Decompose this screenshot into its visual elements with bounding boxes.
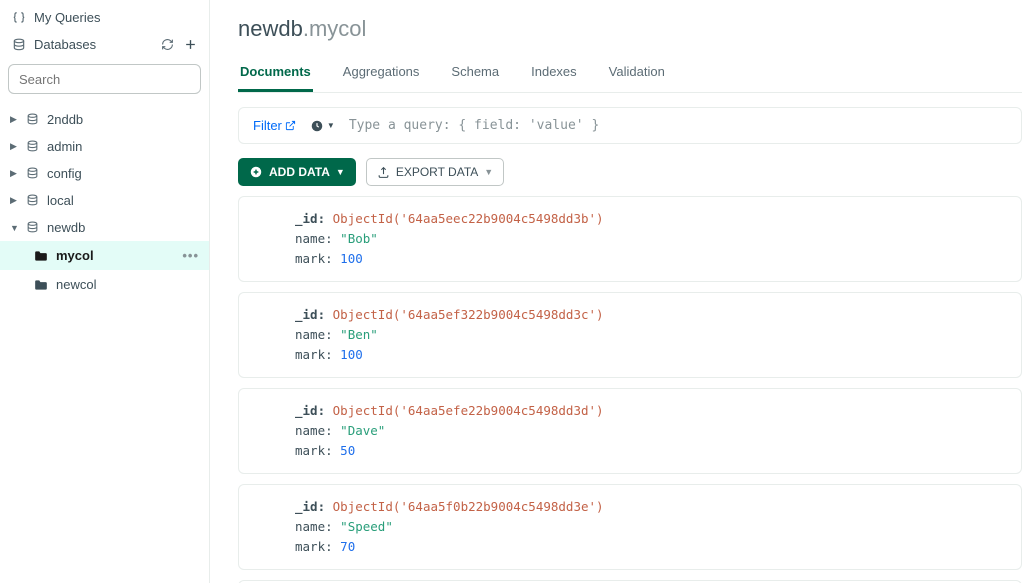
sidebar: My Queries Databases ▶ 2nddb ▶ admin ▶ config… [0, 0, 210, 583]
caret-icon: ▼ [10, 223, 18, 233]
clock-icon [310, 119, 324, 133]
databases-label: Databases [34, 37, 96, 52]
databases-section[interactable]: Databases [0, 31, 209, 58]
plus-icon[interactable] [184, 38, 197, 51]
folder-icon [34, 250, 48, 262]
export-data-button[interactable]: EXPORT DATA ▼ [366, 158, 504, 186]
search-input[interactable] [8, 64, 201, 94]
db-item-local[interactable]: ▶ local [0, 187, 209, 214]
db-label: config [47, 166, 82, 181]
tab-indexes[interactable]: Indexes [529, 56, 579, 92]
db-label: local [47, 193, 74, 208]
tab-documents[interactable]: Documents [238, 56, 313, 92]
document-card[interactable]: _id: ObjectId('64aa5eec22b9004c5498dd3b'… [238, 196, 1022, 282]
title-collection: mycol [309, 16, 366, 41]
caret-icon: ▶ [10, 168, 18, 179]
tab-aggregations[interactable]: Aggregations [341, 56, 422, 92]
search-wrap [0, 58, 209, 104]
document-card[interactable]: _id: ObjectId('64aa5ef322b9004c5498dd3c'… [238, 292, 1022, 378]
database-icon [26, 167, 39, 180]
tab-bar: Documents Aggregations Schema Indexes Valida… [238, 56, 1022, 93]
caret-icon: ▶ [10, 141, 18, 152]
database-icon [26, 140, 39, 153]
braces-icon [12, 11, 26, 25]
page-title: newdb.mycol [238, 16, 1024, 42]
db-label: newdb [47, 220, 85, 235]
document-card[interactable]: _id: ObjectId('64aa5f0b22b9004c5498dd3e'… [238, 484, 1022, 570]
caret-icon: ▶ [10, 195, 18, 206]
tab-validation[interactable]: Validation [607, 56, 667, 92]
tab-schema[interactable]: Schema [449, 56, 501, 92]
caret-icon: ▶ [10, 114, 18, 125]
more-icon[interactable]: ••• [182, 248, 199, 263]
chevron-down-icon: ▼ [336, 167, 345, 177]
add-data-button[interactable]: ADD DATA ▼ [238, 158, 356, 186]
main-panel: newdb.mycol Documents Aggregations Schema I… [210, 0, 1024, 583]
history-dropdown[interactable]: ▼ [310, 119, 335, 133]
document-card[interactable]: _id: ObjectId('64aa5efe22b9004c5498dd3d'… [238, 388, 1022, 474]
database-tree: ▶ 2nddb ▶ admin ▶ config ▶ local ▼ newdb mycol ••• n… [0, 104, 209, 301]
my-queries-label: My Queries [34, 10, 100, 25]
external-link-icon [285, 120, 296, 131]
query-input[interactable]: Type a query: { field: 'value' } [349, 118, 599, 133]
database-icon [12, 38, 26, 52]
refresh-icon[interactable] [161, 38, 174, 51]
chevron-down-icon: ▼ [484, 167, 493, 177]
database-icon [26, 221, 39, 234]
folder-icon [34, 279, 48, 291]
db-item-config[interactable]: ▶ config [0, 160, 209, 187]
collection-item-newcol[interactable]: newcol [0, 270, 209, 299]
export-icon [377, 166, 390, 179]
document-list: _id: ObjectId('64aa5eec22b9004c5498dd3b'… [238, 196, 1024, 583]
collection-label: newcol [56, 277, 96, 292]
filter-link[interactable]: Filter [253, 118, 296, 133]
collection-label: mycol [56, 248, 94, 263]
db-label: admin [47, 139, 82, 154]
my-queries-section[interactable]: My Queries [0, 4, 209, 31]
title-db: newdb [238, 16, 303, 41]
db-item-newdb[interactable]: ▼ newdb [0, 214, 209, 241]
filter-bar: Filter ▼ Type a query: { field: 'value' … [238, 107, 1022, 144]
action-row: ADD DATA ▼ EXPORT DATA ▼ [238, 158, 1024, 186]
db-item-2nddb[interactable]: ▶ 2nddb [0, 106, 209, 133]
database-icon [26, 113, 39, 126]
collection-item-mycol[interactable]: mycol ••• [0, 241, 209, 270]
database-icon [26, 194, 39, 207]
plus-circle-icon [249, 165, 263, 179]
chevron-down-icon: ▼ [327, 121, 335, 130]
db-item-admin[interactable]: ▶ admin [0, 133, 209, 160]
db-label: 2nddb [47, 112, 83, 127]
